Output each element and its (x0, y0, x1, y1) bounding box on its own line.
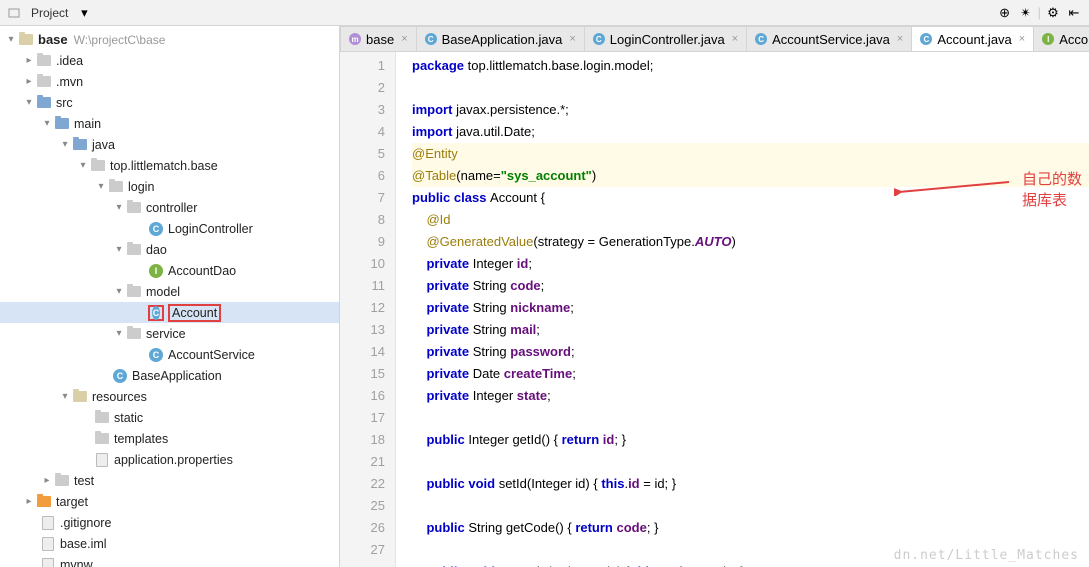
editor-tabs: mbase× CBaseApplication.java× CLoginCont… (340, 26, 1089, 52)
tab-login-ctrl[interactable]: CLoginController.java× (584, 26, 747, 51)
gear-icon[interactable]: ⚙ (1044, 4, 1062, 22)
tree-main[interactable]: ▾main (0, 113, 339, 134)
project-select-icon[interactable] (6, 4, 24, 22)
annotation-arrow (894, 178, 1014, 196)
tree-account-dao[interactable]: IAccountDao (0, 260, 339, 281)
code-editor[interactable]: 123456789101112131415161718212225262730 … (340, 52, 1089, 567)
tree-templates[interactable]: templates (0, 428, 339, 449)
close-icon[interactable]: × (401, 33, 407, 45)
tree-src[interactable]: ▾src (0, 92, 339, 113)
hide-icon[interactable]: ⇤ (1065, 4, 1083, 22)
tree-mvnw[interactable]: mvnw (0, 554, 339, 567)
annotation-note: 自己的数据库表 (1022, 168, 1089, 210)
tree-resources[interactable]: ▾resources (0, 386, 339, 407)
tab-base-app[interactable]: CBaseApplication.java× (416, 26, 585, 51)
tab-acco-partial[interactable]: IAcco (1033, 26, 1089, 51)
tree-gitignore[interactable]: .gitignore (0, 512, 339, 533)
tree-java[interactable]: ▾java (0, 134, 339, 155)
tree-app-props[interactable]: application.properties (0, 449, 339, 470)
tree-login[interactable]: ▾login (0, 176, 339, 197)
close-icon[interactable]: × (897, 33, 903, 45)
close-icon[interactable]: × (732, 33, 738, 45)
tree-base-iml[interactable]: base.iml (0, 533, 339, 554)
tree-static[interactable]: static (0, 407, 339, 428)
tree-root[interactable]: ▾baseW:\projectC\base (0, 29, 339, 50)
tree-account[interactable]: CAccount (0, 302, 339, 323)
collapse-icon[interactable]: ✴ (1017, 4, 1035, 22)
project-toolbar: Project ▾ ⊕ ✴ | ⚙ ⇤ (0, 0, 1089, 26)
project-label[interactable]: Project (31, 6, 68, 20)
code-content[interactable]: package top.littlematch.base.login.model… (396, 52, 1089, 567)
close-icon[interactable]: × (569, 33, 575, 45)
tree-dao[interactable]: ▾dao (0, 239, 339, 260)
line-gutter: 123456789101112131415161718212225262730 (340, 52, 396, 567)
tree-target[interactable]: ▸target (0, 491, 339, 512)
tree-idea[interactable]: ▸.idea (0, 50, 339, 71)
locate-icon[interactable]: ⊕ (996, 4, 1014, 22)
close-icon[interactable]: × (1019, 33, 1025, 45)
tree-login-ctrl[interactable]: CLoginController (0, 218, 339, 239)
tree-model[interactable]: ▾model (0, 281, 339, 302)
tree-account-service[interactable]: CAccountService (0, 344, 339, 365)
tree-base-app[interactable]: CBaseApplication (0, 365, 339, 386)
tree-test[interactable]: ▸test (0, 470, 339, 491)
tree-service[interactable]: ▾service (0, 323, 339, 344)
tree-pkg[interactable]: ▾top.littlematch.base (0, 155, 339, 176)
tab-base[interactable]: mbase× (340, 26, 417, 51)
tree-mvn[interactable]: ▸.mvn (0, 71, 339, 92)
tree-controller[interactable]: ▾controller (0, 197, 339, 218)
tab-acct-svc[interactable]: CAccountService.java× (746, 26, 912, 51)
tab-account[interactable]: CAccount.java× (911, 26, 1034, 51)
dropdown-icon[interactable]: ▾ (75, 4, 93, 22)
project-tree[interactable]: ▾baseW:\projectC\base ▸.idea ▸.mvn ▾src … (0, 26, 340, 567)
